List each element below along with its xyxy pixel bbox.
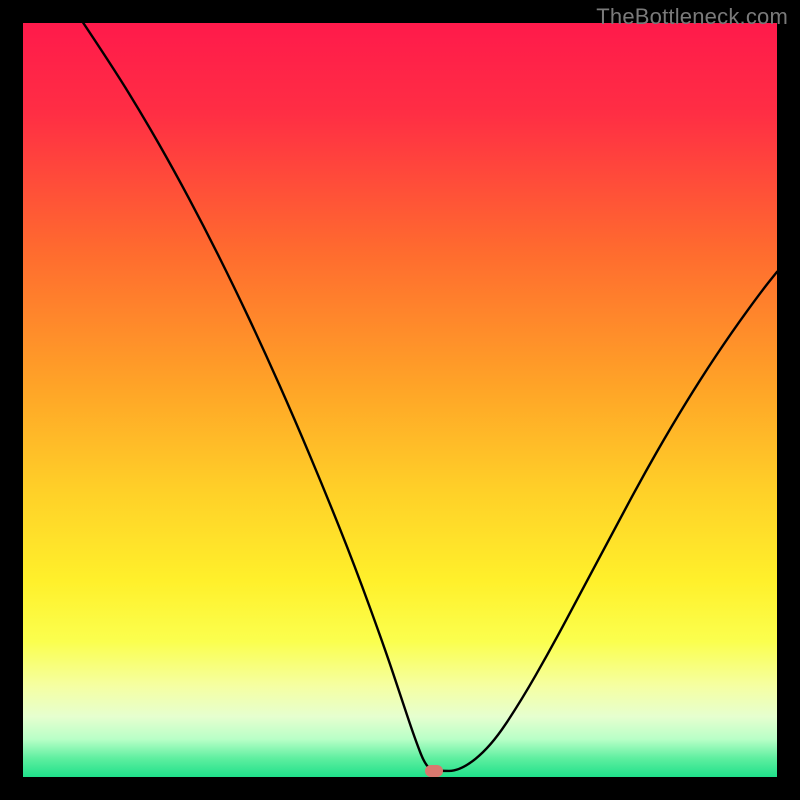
bottleneck-curve [23,23,777,777]
plot-area [23,23,777,777]
optimal-point-marker [425,765,443,777]
watermark-text: TheBottleneck.com [596,4,788,30]
chart-frame: TheBottleneck.com [0,0,800,800]
